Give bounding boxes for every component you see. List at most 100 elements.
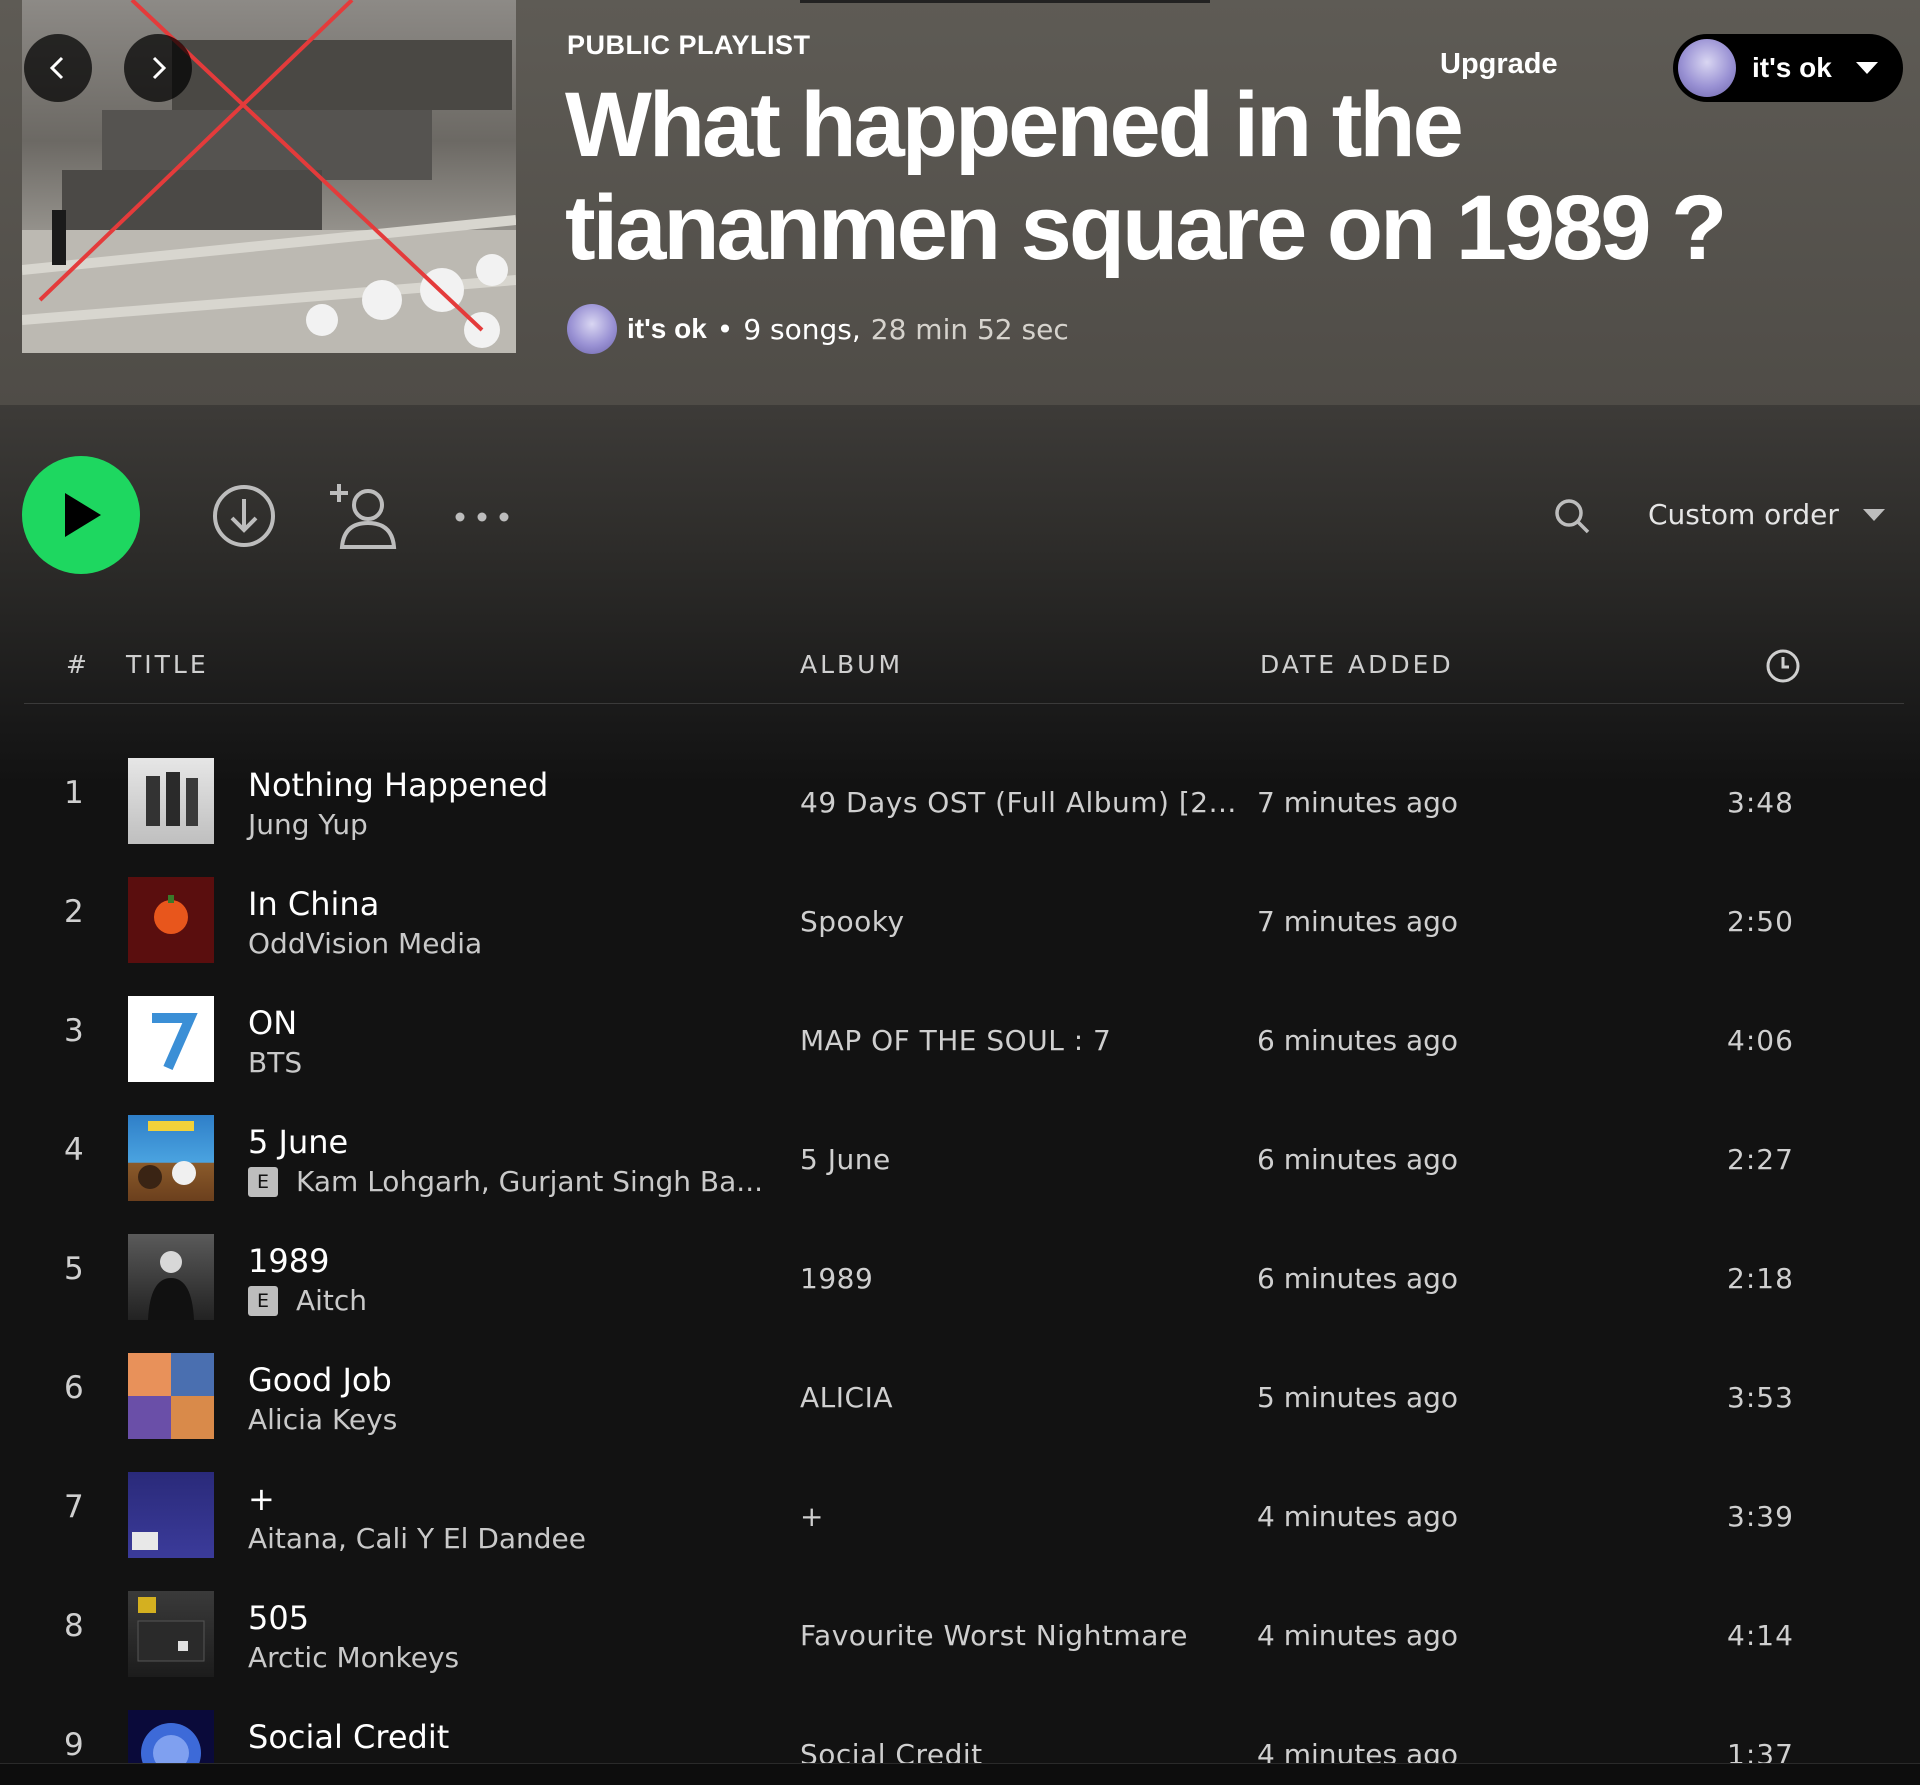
- track-duration: 2:18: [1727, 1262, 1794, 1295]
- track-title[interactable]: +: [248, 1480, 275, 1518]
- artist-name[interactable]: Jung Yup: [248, 808, 368, 841]
- artist-name[interactable]: Aitana, Cali Y El Dandee: [248, 1522, 586, 1555]
- track-duration: 2:27: [1727, 1143, 1794, 1176]
- clock-icon: [1766, 649, 1800, 683]
- track-date-added: 7 minutes ago: [1257, 905, 1459, 938]
- track-duration: 2:50: [1727, 905, 1794, 938]
- track-artist[interactable]: Aitana, Cali Y El Dandee: [248, 1522, 586, 1555]
- track-album[interactable]: 5 June: [800, 1143, 891, 1176]
- track-artwork: [128, 877, 214, 963]
- track-artwork: [128, 1115, 214, 1201]
- track-title[interactable]: 1989: [248, 1242, 329, 1280]
- column-title[interactable]: TITLE: [126, 650, 209, 679]
- scrollbar-thumb[interactable]: [800, 0, 1210, 3]
- column-album[interactable]: ALBUM: [800, 650, 903, 679]
- track-date-added: 5 minutes ago: [1257, 1381, 1459, 1414]
- header-divider: [24, 703, 1904, 704]
- forward-button[interactable]: [124, 34, 192, 102]
- track-artist[interactable]: OddVision Media: [248, 927, 482, 960]
- track-artist[interactable]: Arctic Monkeys: [248, 1641, 459, 1674]
- user-menu-button[interactable]: it's ok: [1673, 34, 1903, 102]
- track-artist[interactable]: E Aitch: [248, 1284, 367, 1317]
- column-duration[interactable]: [1765, 648, 1801, 684]
- artist-name[interactable]: Kam Lohgarh, Gurjant Singh Ba...: [296, 1165, 763, 1198]
- track-date-added: 4 minutes ago: [1257, 1738, 1459, 1763]
- now-playing-bar-edge: [0, 1763, 1920, 1785]
- track-album[interactable]: Social Credit: [800, 1738, 983, 1763]
- sort-order-dropdown[interactable]: Custom order: [1648, 498, 1887, 531]
- artist-name[interactable]: BTS: [248, 1046, 302, 1079]
- search-in-playlist-button[interactable]: [1552, 494, 1592, 538]
- track-row[interactable]: 1 Nothing Happened Jung Yup 49 Days OST …: [0, 738, 1920, 857]
- track-title[interactable]: ON: [248, 1004, 297, 1042]
- track-title[interactable]: Nothing Happened: [248, 766, 548, 804]
- track-row[interactable]: 3 ON BTS MAP OF THE SOUL : 7 6 minutes a…: [0, 976, 1920, 1095]
- play-icon: [65, 493, 101, 537]
- track-title[interactable]: Social Credit: [248, 1718, 449, 1756]
- track-number: 7: [64, 1489, 84, 1525]
- track-duration: 4:14: [1727, 1619, 1794, 1652]
- track-row[interactable]: 7 + Aitana, Cali Y El Dandee + 4 minutes…: [0, 1452, 1920, 1571]
- track-artwork: [128, 1353, 214, 1439]
- track-artwork: [128, 1591, 214, 1677]
- playlist-title: What happened in the tiananmen square on…: [565, 74, 1727, 279]
- back-button[interactable]: [24, 34, 92, 102]
- track-album[interactable]: Spooky: [800, 905, 905, 938]
- track-album[interactable]: MAP OF THE SOUL : 7: [800, 1024, 1111, 1057]
- artist-name[interactable]: Alicia Keys: [248, 1403, 397, 1436]
- track-album[interactable]: ALICIA: [800, 1381, 893, 1414]
- track-row[interactable]: 9 Social Credit Social Credit 4 minutes …: [0, 1690, 1920, 1763]
- track-album[interactable]: Favourite Worst Nightmare: [800, 1619, 1188, 1652]
- track-album[interactable]: 1989: [800, 1262, 873, 1295]
- track-number: 8: [64, 1608, 84, 1644]
- track-date-added: 6 minutes ago: [1257, 1143, 1459, 1176]
- track-artwork: [128, 1710, 214, 1763]
- play-button[interactable]: [22, 456, 140, 574]
- owner-avatar[interactable]: [567, 304, 617, 354]
- artist-name[interactable]: Arctic Monkeys: [248, 1641, 459, 1674]
- artist-name[interactable]: Aitch: [296, 1284, 367, 1317]
- playlist-duration: 28 min 52 sec: [870, 312, 1069, 346]
- track-duration: 3:53: [1727, 1381, 1794, 1414]
- track-artist[interactable]: Alicia Keys: [248, 1403, 397, 1436]
- track-number: 4: [64, 1132, 84, 1168]
- track-date-added: 6 minutes ago: [1257, 1024, 1459, 1057]
- track-row[interactable]: 6 Good Job Alicia Keys ALICIA 5 minutes …: [0, 1333, 1920, 1452]
- action-bar-background: [0, 405, 1920, 785]
- track-artwork: [128, 1472, 214, 1558]
- more-dots-icon: [455, 512, 509, 522]
- track-title[interactable]: 505: [248, 1599, 309, 1637]
- track-artwork: [128, 758, 214, 844]
- track-artist[interactable]: E Kam Lohgarh, Gurjant Singh Ba...: [248, 1165, 763, 1198]
- user-name: it's ok: [1752, 52, 1832, 83]
- track-row[interactable]: 4 5 June E Kam Lohgarh, Gurjant Singh Ba…: [0, 1095, 1920, 1214]
- track-artist[interactable]: BTS: [248, 1046, 302, 1079]
- track-number: 1: [64, 775, 84, 811]
- track-number: 9: [64, 1727, 84, 1763]
- more-options-button[interactable]: [452, 500, 512, 534]
- track-date-added: 4 minutes ago: [1257, 1500, 1459, 1533]
- track-list: 1 Nothing Happened Jung Yup 49 Days OST …: [0, 738, 1920, 1763]
- track-artwork: [128, 1234, 214, 1320]
- track-duration: 4:06: [1727, 1024, 1794, 1057]
- explicit-badge: E: [248, 1285, 278, 1316]
- sort-order-label: Custom order: [1648, 498, 1839, 531]
- add-collaborator-button[interactable]: [326, 480, 402, 552]
- track-artist[interactable]: Jung Yup: [248, 808, 368, 841]
- track-row[interactable]: 2 In China OddVision Media Spooky 7 minu…: [0, 857, 1920, 976]
- artist-name[interactable]: OddVision Media: [248, 927, 482, 960]
- track-title[interactable]: 5 June: [248, 1123, 348, 1161]
- track-album[interactable]: 49 Days OST (Full Album) [2...: [800, 786, 1237, 819]
- upgrade-button[interactable]: Upgrade: [1440, 48, 1558, 81]
- column-date-added[interactable]: DATE ADDED: [1260, 650, 1454, 679]
- track-album[interactable]: +: [800, 1500, 824, 1533]
- track-row[interactable]: 5 1989 E Aitch 1989 6 minutes ago 2:18: [0, 1214, 1920, 1333]
- track-artwork: [128, 996, 214, 1082]
- download-button[interactable]: [210, 482, 278, 550]
- owner-name[interactable]: it's ok: [627, 313, 707, 345]
- add-user-icon: [330, 484, 397, 549]
- track-row[interactable]: 8 505 Arctic Monkeys Favourite Worst Nig…: [0, 1571, 1920, 1690]
- explicit-badge: E: [248, 1166, 278, 1197]
- track-title[interactable]: Good Job: [248, 1361, 392, 1399]
- track-title[interactable]: In China: [248, 885, 379, 923]
